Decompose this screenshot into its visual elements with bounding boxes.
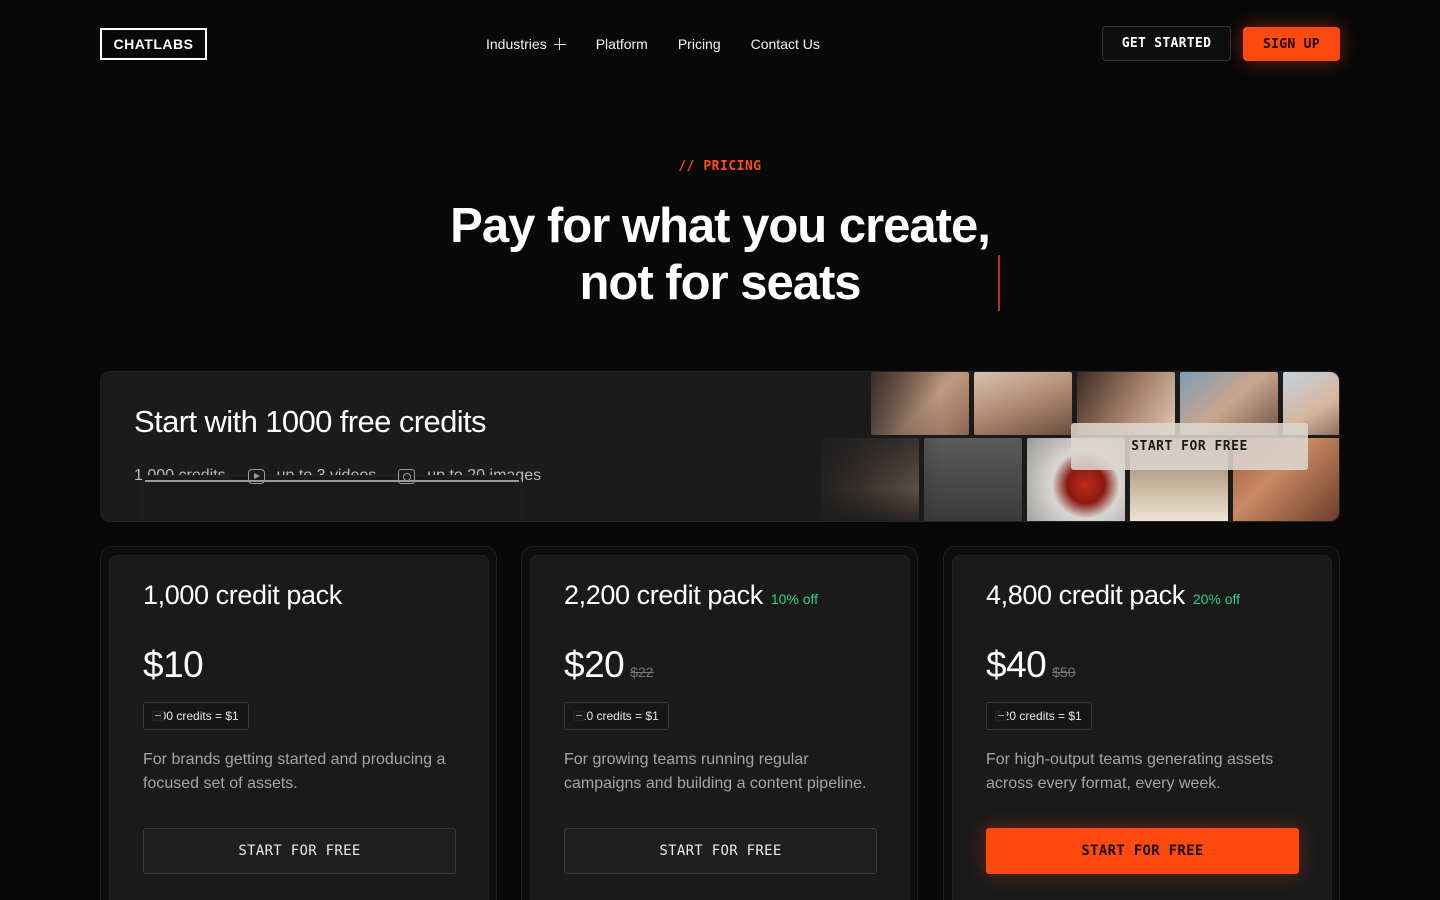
pricing-card: 1,000 credit pack $10 100 credits = $1 F…	[100, 546, 497, 900]
plus-icon	[553, 38, 566, 50]
sign-up-button[interactable]: SIGN UP	[1243, 27, 1340, 61]
original-price: $22	[630, 664, 654, 680]
credit-rate-badge: 100 credits = $1	[143, 702, 249, 730]
logo[interactable]: CHATLABS	[100, 28, 207, 60]
start-free-button[interactable]: START FOR FREE	[564, 828, 877, 874]
pack-name: 2,200 credit pack	[564, 580, 763, 610]
credit-rate: 100 credits = $1	[153, 709, 239, 723]
pack-title: 4,800 credit pack 20% off	[986, 580, 1240, 611]
nav-item-platform[interactable]: Platform	[596, 34, 648, 54]
text-cursor	[998, 255, 1000, 311]
nav-item-contact[interactable]: Contact Us	[751, 34, 820, 54]
start-free-button[interactable]: START FOR FREE	[143, 828, 456, 874]
price-value: $40	[986, 644, 1047, 685]
credit-card-icon	[152, 711, 164, 721]
banner-title: Start with 1000 free credits	[134, 404, 487, 439]
plan-description: For growing teams running regular campai…	[564, 751, 867, 792]
price-value: $20	[564, 644, 625, 685]
banner-features: 1,000 credits up to 3 videos up to 20 im…	[134, 467, 541, 521]
credit-rate-badge: 110 credits = $1	[564, 702, 669, 730]
main-nav: Industries Platform Pricing Contact Us	[486, 34, 820, 54]
gallery-image	[974, 372, 1072, 435]
nav-item-label: Platform	[595, 36, 648, 52]
free-credits-banner: Start with 1000 free credits 1,000 credi…	[100, 371, 1340, 522]
nav-item-label: Contact Us	[750, 36, 820, 52]
page-title-line-2: not for seats	[579, 256, 861, 310]
discount-badge: 20% off	[1192, 591, 1241, 607]
price: $20 $22	[564, 644, 654, 686]
price: $10	[143, 644, 204, 686]
pricing-card: 2,200 credit pack 10% off $20 $22 110 cr…	[521, 546, 918, 900]
start-free-banner-button[interactable]: START FOR FREE	[1071, 423, 1308, 470]
pricing-card-inner: 4,800 credit pack 20% off $40 $50 120 cr…	[952, 555, 1332, 900]
video-camera-icon	[247, 468, 265, 484]
nav-item-label: Industries	[486, 36, 547, 52]
plan-description: For high-output teams generating assets …	[986, 751, 1274, 792]
feature-credits: 1,000 credits	[134, 467, 522, 521]
pricing-card-inner: 2,200 credit pack 10% off $20 $22 110 cr…	[530, 555, 910, 900]
credit-rate: 120 credits = $1	[996, 709, 1082, 723]
pack-name: 1,000 credit pack	[143, 580, 342, 610]
get-started-button[interactable]: GET STARTED	[1102, 26, 1231, 61]
section-eyebrow: // PRICING	[678, 159, 762, 174]
credit-card-icon	[995, 711, 1007, 721]
pricing-card: 4,800 credit pack 20% off $40 $50 120 cr…	[943, 546, 1340, 900]
credit-card-icon	[142, 475, 522, 521]
pack-name: 4,800 credit pack	[986, 580, 1185, 610]
discount-badge: 10% off	[770, 591, 819, 607]
price-value: $10	[143, 644, 204, 685]
plan-description: For brands getting started and producing…	[143, 751, 446, 792]
page-title: Pay for what you create, not for seats	[0, 198, 1440, 312]
gallery-fade	[801, 372, 941, 521]
nav-item-label: Pricing	[677, 36, 721, 52]
pack-title: 1,000 credit pack	[143, 580, 342, 611]
credit-card-icon	[573, 711, 585, 721]
nav-item-pricing[interactable]: Pricing	[678, 34, 721, 54]
page-title-line-1: Pay for what you create,	[450, 199, 991, 253]
pack-title: 2,200 credit pack 10% off	[564, 580, 818, 611]
nav-item-industries[interactable]: Industries	[486, 34, 566, 54]
original-price: $50	[1052, 664, 1076, 680]
image-icon	[398, 468, 416, 484]
price: $40 $50	[986, 644, 1076, 686]
credit-rate: 110 credits = $1	[574, 709, 659, 723]
start-free-button[interactable]: START FOR FREE	[986, 828, 1299, 874]
pricing-card-inner: 1,000 credit pack $10 100 credits = $1 F…	[109, 555, 489, 900]
credit-rate-badge: 120 credits = $1	[986, 702, 1092, 730]
